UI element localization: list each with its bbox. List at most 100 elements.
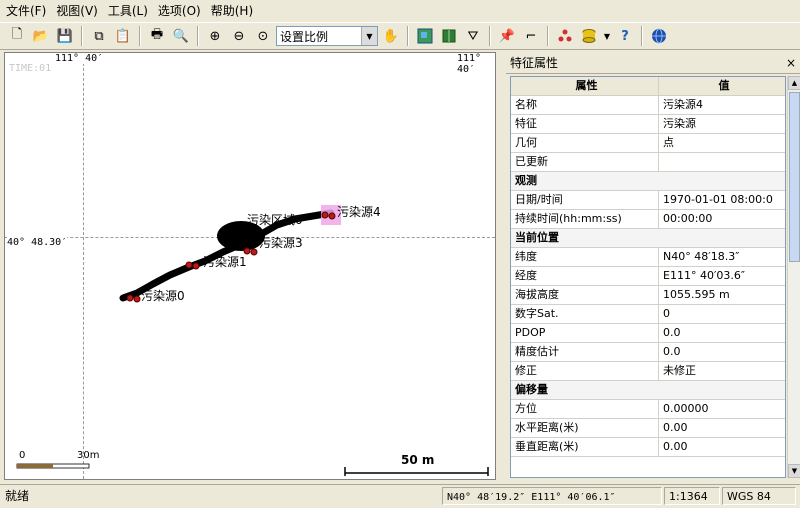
- status-datum: WGS 84: [722, 487, 796, 505]
- map-track-layer: [16, 205, 489, 476]
- chevron-down-icon[interactable]: ▼: [361, 27, 377, 45]
- property-name: 日期/时间: [511, 191, 659, 209]
- close-icon[interactable]: ×: [786, 52, 796, 74]
- menu-bar: 文件(F) 视图(V) 工具(L) 选项(O) 帮助(H): [0, 0, 800, 22]
- property-value[interactable]: 0: [659, 305, 785, 323]
- grid-row[interactable]: 已更新: [511, 153, 785, 172]
- grid-row[interactable]: 数字Sat. 0: [511, 305, 785, 324]
- grid-row[interactable]: 方位 0.00000: [511, 400, 785, 419]
- help-question-icon[interactable]: ?: [614, 25, 636, 47]
- property-name: 数字Sat.: [511, 305, 659, 323]
- open-folder-icon[interactable]: 📂: [30, 25, 52, 47]
- menu-item-1[interactable]: 视图(V): [54, 1, 106, 21]
- grid-row[interactable]: 名称 污染源4: [511, 96, 785, 115]
- property-value[interactable]: 点: [659, 134, 785, 152]
- toolbar-separator: [407, 26, 409, 46]
- grid-row[interactable]: 持续时间(hh:mm:ss) 00:00:00: [511, 210, 785, 229]
- survey-tripod-icon[interactable]: ⛛: [462, 25, 484, 47]
- property-name: 纬度: [511, 248, 659, 266]
- scale-bar-left: [16, 463, 90, 469]
- toolbar-separator: [197, 26, 199, 46]
- database-icon[interactable]: [578, 25, 600, 47]
- grid-row[interactable]: 特征 污染源: [511, 115, 785, 134]
- print-preview-icon[interactable]: 🔍: [170, 25, 192, 47]
- paste-icon[interactable]: 📋: [112, 25, 134, 47]
- scroll-up-icon[interactable]: ▲: [788, 76, 800, 90]
- property-value[interactable]: [659, 153, 785, 171]
- source-3-label: 污染源3: [259, 236, 303, 250]
- source-1-label: 污染源1: [203, 255, 247, 269]
- property-name: 特征: [511, 115, 659, 133]
- grid-category-row[interactable]: 偏移量: [511, 381, 785, 400]
- scroll-down-icon[interactable]: ▼: [788, 464, 800, 478]
- grid-row[interactable]: 经度 E111° 40′03.6″: [511, 267, 785, 286]
- map-layer-icon[interactable]: [414, 25, 436, 47]
- property-value[interactable]: 0.00: [659, 438, 785, 456]
- grid-row[interactable]: 精度估计 0.0: [511, 343, 785, 362]
- property-value[interactable]: 00:00:00: [659, 210, 785, 228]
- property-value[interactable]: E111° 40′03.6″: [659, 267, 785, 285]
- new-file-icon[interactable]: 🗋: [6, 25, 28, 47]
- menu-item-4[interactable]: 帮助(H): [209, 1, 261, 21]
- globe-icon[interactable]: [648, 25, 670, 47]
- grid-scrollbar[interactable]: ▲ ▼: [787, 76, 800, 478]
- scale-select[interactable]: 设置比例 ▼: [276, 26, 378, 46]
- pan-hand-icon[interactable]: ✋: [380, 25, 402, 47]
- grid-category-row[interactable]: 观测: [511, 172, 785, 191]
- property-column-header[interactable]: 属性: [511, 77, 659, 95]
- property-value[interactable]: 0.00: [659, 419, 785, 437]
- grid-row[interactable]: 修正 未修正: [511, 362, 785, 381]
- copy-icon[interactable]: ⧉: [88, 25, 110, 47]
- print-icon[interactable]: 🖶: [146, 25, 168, 47]
- source-4-label: 污染源4: [337, 205, 381, 219]
- grid-row[interactable]: 海拔高度 1055.595 m: [511, 286, 785, 305]
- grid-row[interactable]: 垂直距离(米) 0.00: [511, 438, 785, 457]
- scale-bar-right-label: 50 m: [401, 453, 435, 467]
- property-name: 水平距离(米): [511, 419, 659, 437]
- save-icon[interactable]: 💾: [54, 25, 76, 47]
- menu-item-3[interactable]: 选项(O): [156, 1, 209, 21]
- pin-icon[interactable]: 📌: [496, 25, 518, 47]
- property-name: 方位: [511, 400, 659, 418]
- property-value[interactable]: 0.0: [659, 343, 785, 361]
- points-icon[interactable]: [554, 25, 576, 47]
- measure-icon[interactable]: ⌐: [520, 25, 542, 47]
- book-icon[interactable]: [438, 25, 460, 47]
- property-value[interactable]: N40° 48′18.3″: [659, 248, 785, 266]
- property-value[interactable]: 污染源4: [659, 96, 785, 114]
- property-name: 持续时间(hh:mm:ss): [511, 210, 659, 228]
- property-value[interactable]: 1055.595 m: [659, 286, 785, 304]
- grid-row[interactable]: PDOP 0.0: [511, 324, 785, 343]
- grid-row[interactable]: 几何点: [511, 134, 785, 153]
- grid-row[interactable]: 日期/时间 1970-01-01 08:00:0: [511, 191, 785, 210]
- property-name: 精度估计: [511, 343, 659, 361]
- property-name: 名称: [511, 96, 659, 114]
- grid-category-row[interactable]: 当前位置: [511, 229, 785, 248]
- menu-item-0[interactable]: 文件(F): [4, 1, 54, 21]
- category-label: 当前位置: [515, 231, 559, 244]
- map-view[interactable]: TIME:01 111° 40′ 111° 40′ 40° 48.30′ 污染区…: [4, 52, 496, 480]
- zoom-in-icon[interactable]: ⊕: [204, 25, 226, 47]
- scale-select-value: 设置比例: [280, 29, 329, 44]
- zoom-extent-icon[interactable]: ⊙: [252, 25, 274, 47]
- properties-grid[interactable]: 属性 值 名称 污染源4 特征 污染源 几何点已更新 观测 日期/时间 1970-01-01 …: [510, 76, 786, 478]
- scroll-thumb[interactable]: [789, 92, 800, 262]
- zoom-out-icon[interactable]: ⊖: [228, 25, 250, 47]
- dropdown-arrow-icon[interactable]: ▼: [602, 25, 612, 47]
- property-value[interactable]: 污染源: [659, 115, 785, 133]
- property-value[interactable]: 0.0: [659, 324, 785, 342]
- panel-header: 特征属性 ×: [506, 52, 800, 74]
- status-coordinates-value: N40° 48′19.2″ E111° 40′06.1″: [447, 492, 616, 503]
- value-column-header[interactable]: 值: [659, 77, 785, 95]
- toolbar-separator: [641, 26, 643, 46]
- property-value[interactable]: 1970-01-01 08:00:0: [659, 191, 785, 209]
- grid-row[interactable]: 纬度 N40° 48′18.3″: [511, 248, 785, 267]
- grid-row[interactable]: 水平距离(米) 0.00: [511, 419, 785, 438]
- property-name: 几何: [511, 134, 659, 152]
- property-value[interactable]: 未修正: [659, 362, 785, 380]
- grid-header-row: 属性 值: [511, 77, 785, 96]
- property-value[interactable]: 0.00000: [659, 400, 785, 418]
- toolbar-separator: [81, 26, 83, 46]
- menu-item-2[interactable]: 工具(L): [106, 1, 156, 21]
- status-scale: 1:1364: [664, 487, 720, 505]
